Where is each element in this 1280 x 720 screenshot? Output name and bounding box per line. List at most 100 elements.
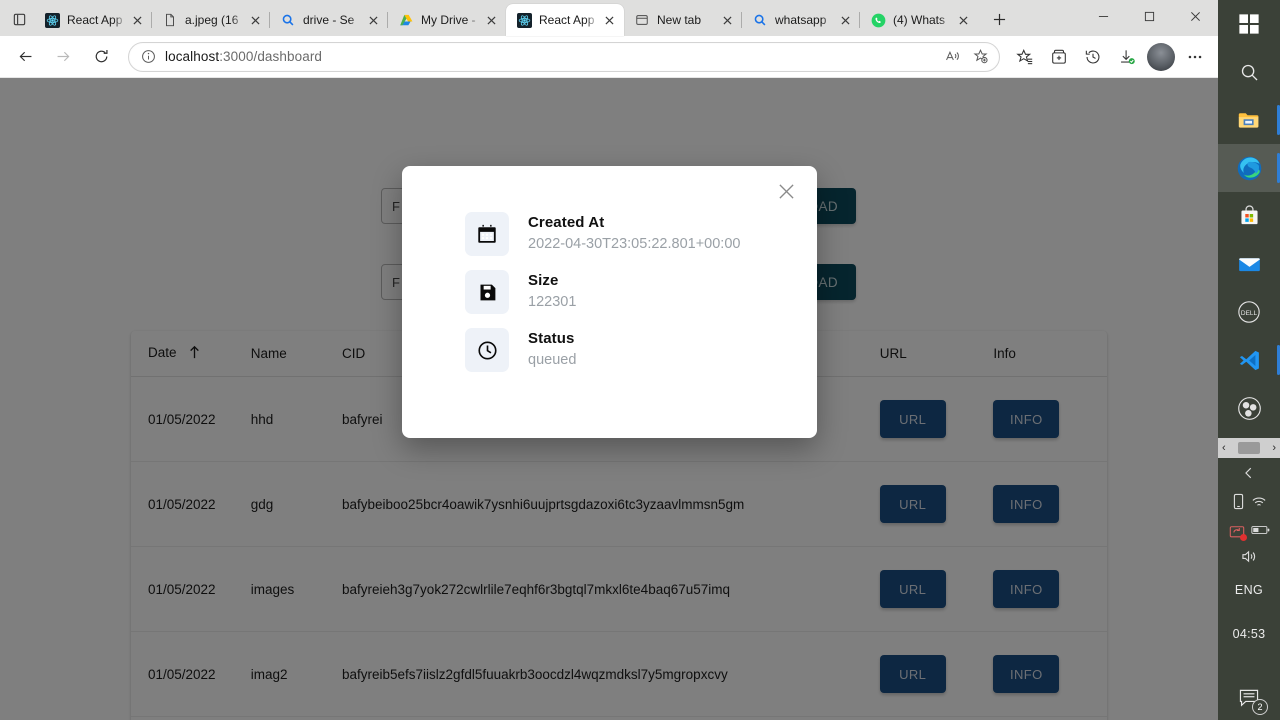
react-icon [516,12,532,28]
modal-item-label: Created At [528,214,605,231]
tab-list-menu-icon[interactable] [4,2,34,36]
read-aloud-icon[interactable] [939,44,965,70]
maximize-button[interactable] [1126,0,1172,32]
file-icon [162,12,178,28]
add-favorite-icon[interactable] [967,44,993,70]
url-bar-actions [939,44,993,70]
refresh-icon[interactable] [84,40,118,74]
newtab-icon [634,12,650,28]
modal-item-text: Status queued [528,329,576,371]
tray-scroll-left-icon[interactable]: ‹ [1222,442,1226,454]
url-path: :3000/dashboard [219,49,323,64]
tab-title: React App [539,13,595,27]
modal-item-label: Status [528,330,575,347]
taskbar-item-start[interactable] [1218,0,1280,48]
browser-tab-7[interactable]: (4) Whats [859,4,978,36]
clock-icon [465,328,509,372]
taskbar-item-file-explorer[interactable] [1218,96,1280,144]
tray-expander[interactable]: ‹ › [1218,438,1280,458]
modal-item-label: Size [528,272,559,289]
taskbar-item-microsoft-store[interactable] [1218,192,1280,240]
modal-close-button[interactable] [769,174,803,208]
url-bar[interactable]: localhost:3000/dashboard [128,41,1000,72]
modal-item-value: 2022-04-30T23:05:22.801+00:00 [528,236,741,252]
close-icon[interactable] [718,11,736,29]
browser-tab-strip: React App a.jpeg (16 drive - Se My Drive… [0,0,1218,36]
taskbar-item-dell[interactable]: DELL [1218,288,1280,336]
modal-item-created-at: Created At 2022-04-30T23:05:22.801+00:00 [465,212,817,256]
tab-title: whatsapp [775,13,827,27]
taskbar-item-search[interactable] [1218,48,1280,96]
page-content: F UPLOAD F UPLOAD [0,78,1218,720]
tray-language[interactable]: ENG [1235,583,1263,597]
browser-tab-6[interactable]: whatsapp [741,4,860,36]
taskbar-item-obs[interactable] [1218,384,1280,432]
forward-arrow-icon[interactable] [46,40,80,74]
google-drive-icon [398,12,414,28]
onedrive-sync-icon[interactable] [1229,525,1247,541]
search-icon [752,12,768,28]
volume-icon[interactable] [1241,549,1258,569]
taskbar-item-vscode[interactable] [1218,336,1280,384]
downloads-icon[interactable] [1111,41,1143,73]
tray-row-1 [1218,493,1280,515]
browser-tab-2[interactable]: drive - Se [269,4,388,36]
modal-item-text: Size 122301 [528,271,576,313]
settings-more-icon[interactable] [1179,41,1211,73]
notification-badge: 2 [1252,699,1268,715]
tray-scroll-right-icon[interactable]: › [1272,442,1276,454]
minimize-button[interactable] [1080,0,1126,32]
history-icon[interactable] [1077,41,1109,73]
battery-icon[interactable] [1250,523,1270,541]
tray-clock[interactable]: 04:53 [1233,627,1266,641]
tray-grip[interactable] [1238,442,1260,454]
browser-tab-5[interactable]: New tab [624,4,742,36]
modal-item-text: Created At 2022-04-30T23:05:22.801+00:00 [528,213,740,255]
tab-title: (4) Whats [893,13,946,27]
modal-item-value: queued [528,352,577,368]
notification-center-icon[interactable]: 2 [1232,683,1268,715]
svg-text:DELL: DELL [1241,310,1258,317]
close-icon[interactable] [600,11,618,29]
profile-avatar[interactable] [1147,42,1175,71]
tab-title: drive - Se [303,13,355,27]
save-disk-icon [465,270,509,314]
wifi-icon[interactable] [1251,495,1267,514]
file-info-modal: Created At 2022-04-30T23:05:22.801+00:00 [402,166,817,438]
mobile-icon[interactable] [1232,493,1245,515]
close-icon[interactable] [128,11,146,29]
whatsapp-icon [870,12,886,28]
close-window-button[interactable] [1172,0,1218,32]
tab-title: a.jpeg (16 [185,13,239,27]
show-hidden-icons-icon[interactable] [1242,466,1256,485]
back-arrow-icon[interactable] [8,40,42,74]
tab-list: React App a.jpeg (16 drive - Se My Drive… [34,0,978,36]
modal-item-status: Status queued [465,328,817,372]
close-icon[interactable] [246,11,264,29]
tab-title: New tab [657,13,702,27]
close-icon[interactable] [364,11,382,29]
close-icon[interactable] [836,11,854,29]
url-host: localhost [165,49,220,64]
react-icon [44,12,60,28]
browser-tab-3[interactable]: My Drive - [387,4,506,36]
site-info-icon[interactable] [139,48,157,66]
modal-item-value: 122301 [528,294,577,310]
favorites-icon[interactable] [1009,41,1041,73]
browser-tab-1[interactable]: a.jpeg (16 [151,4,270,36]
browser-tab-0[interactable]: React App [34,4,152,36]
browser-window: React App a.jpeg (16 drive - Se My Drive… [0,0,1218,720]
tab-title: My Drive - [421,13,476,27]
new-tab-button[interactable] [984,4,1014,34]
close-icon[interactable] [482,11,500,29]
close-icon[interactable] [954,11,972,29]
taskbar-item-edge[interactable] [1218,144,1280,192]
windows-taskbar: DELL ‹ › ENG 04:53 2 [1218,0,1280,720]
tray-show-hidden-row [1218,466,1280,485]
window-controls [1080,0,1218,36]
taskbar-item-mail[interactable] [1218,240,1280,288]
browser-tab-4-active[interactable]: React App [506,4,624,36]
modal-detail-list: Created At 2022-04-30T23:05:22.801+00:00 [402,166,817,372]
collections-icon[interactable] [1043,41,1075,73]
tray-row-3 [1218,549,1280,569]
